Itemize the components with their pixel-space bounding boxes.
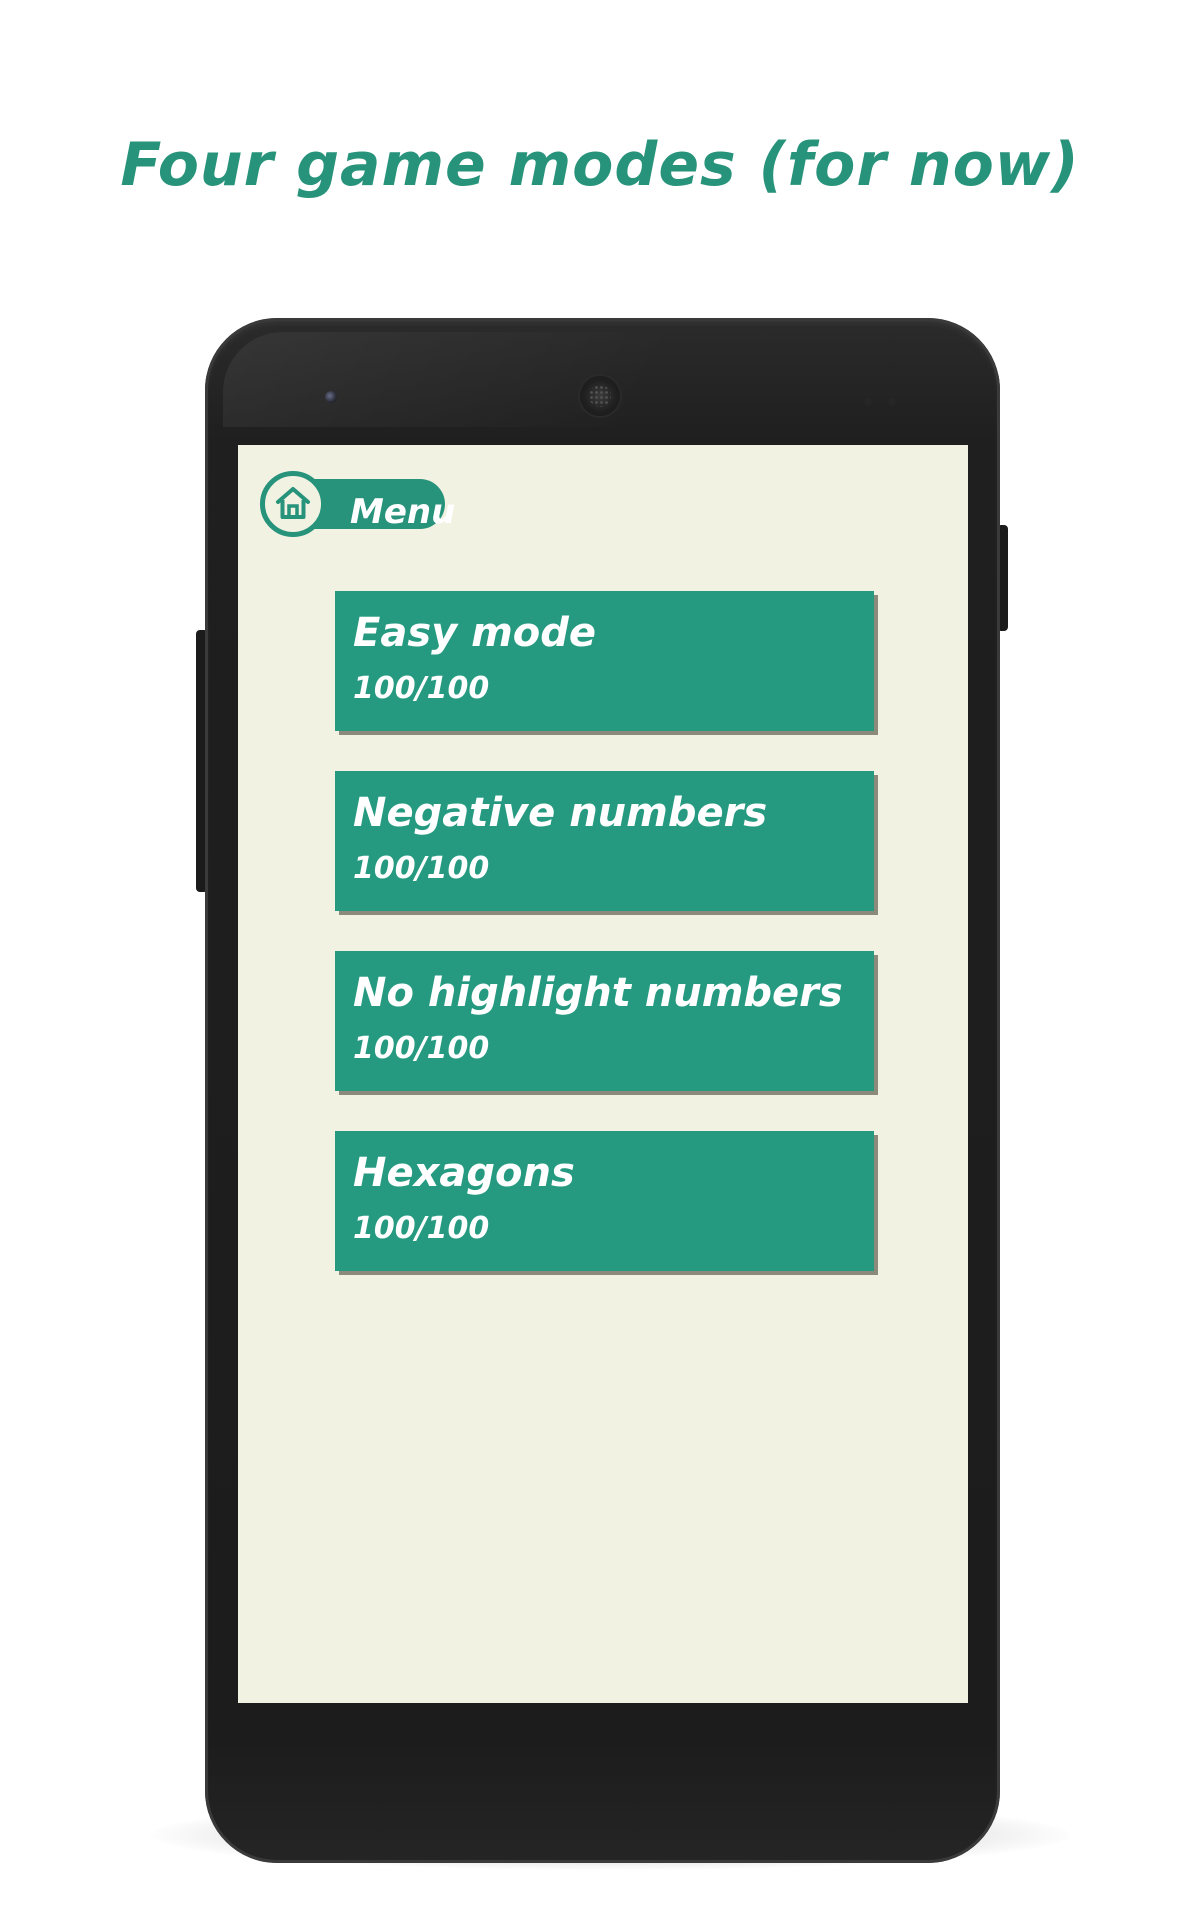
headline: Four game modes (for now) [120, 130, 1080, 200]
app-screen: Menu Easy mode 100/100 Negative numbers … [238, 445, 968, 1703]
mode-card-easy[interactable]: Easy mode 100/100 [335, 591, 874, 731]
mode-score: 100/100 [353, 671, 490, 706]
mode-score: 100/100 [353, 1031, 490, 1066]
menu-button[interactable]: Menu [260, 471, 455, 537]
phone-frame: Menu Easy mode 100/100 Negative numbers … [205, 318, 1000, 1863]
mode-score: 100/100 [353, 1211, 490, 1246]
mode-title: Hexagons [353, 1150, 575, 1196]
phone-sheen [223, 332, 743, 427]
promo-screenshot: Four game modes (for now) Menu Easy mode… [0, 0, 1200, 1920]
light-sensor-icon [888, 398, 896, 406]
mode-card-negative-numbers[interactable]: Negative numbers 100/100 [335, 771, 874, 911]
mode-title: Negative numbers [353, 790, 768, 836]
mode-title: No highlight numbers [353, 970, 843, 1016]
home-icon-circle [260, 471, 326, 537]
mode-card-hexagons[interactable]: Hexagons 100/100 [335, 1131, 874, 1271]
mode-card-no-highlight-numbers[interactable]: No highlight numbers 100/100 [335, 951, 874, 1091]
front-camera-icon [325, 391, 337, 403]
earpiece-speaker-icon [580, 376, 620, 416]
proximity-sensor-icon [864, 398, 872, 406]
mode-score: 100/100 [353, 851, 490, 886]
home-icon [276, 487, 310, 519]
menu-label: Menu [350, 492, 456, 532]
mode-title: Easy mode [353, 610, 597, 656]
